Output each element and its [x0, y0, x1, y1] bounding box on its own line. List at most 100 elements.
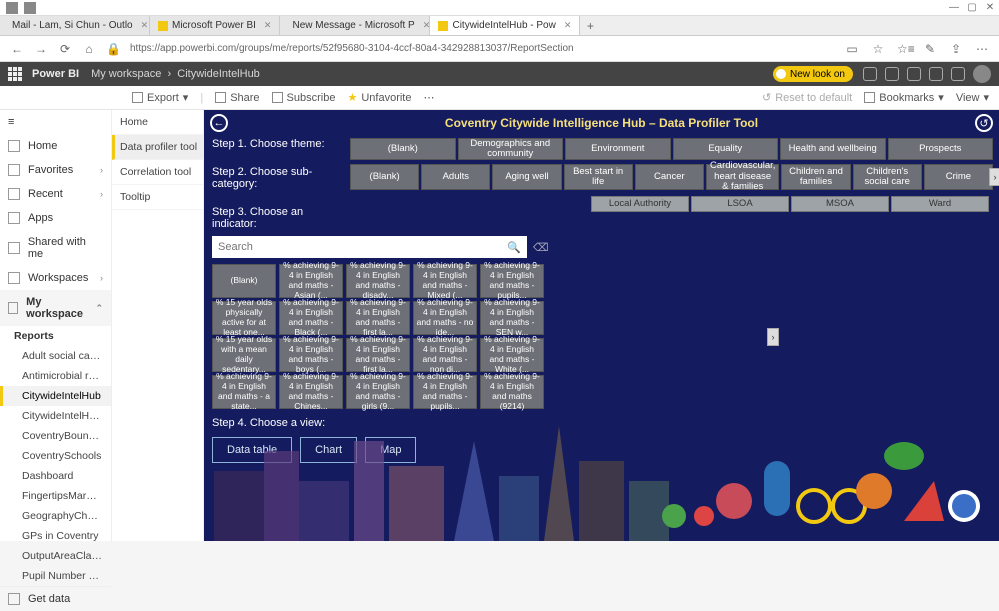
smile-icon[interactable] — [951, 67, 965, 81]
tab-powerbi[interactable]: Microsoft Power BI✕ — [150, 16, 280, 35]
avatar[interactable] — [973, 65, 991, 83]
indicator-option[interactable]: % achieving 9-4 in English and maths - B… — [279, 301, 343, 335]
theme-option[interactable]: (Blank) — [350, 138, 456, 160]
indicator-option[interactable]: % achieving 9-4 in English and maths - p… — [413, 375, 477, 409]
indicator-option[interactable]: % achieving 9-4 in English and maths - M… — [413, 264, 477, 298]
report-item[interactable]: CitywideIntelHub — [0, 386, 111, 406]
subcat-option[interactable]: (Blank) — [350, 164, 419, 190]
nav-home[interactable]: ⌂ — [82, 42, 96, 56]
get-data-button[interactable]: Get data — [0, 586, 111, 611]
new-look-toggle[interactable]: New look on — [773, 66, 853, 82]
indicator-option[interactable]: % achieving 9-4 in English and maths - W… — [480, 338, 544, 372]
more-button[interactable]: ⋯ — [423, 91, 434, 104]
indicator-option[interactable]: % achieving 9-4 in English and maths - d… — [346, 264, 410, 298]
indicator-option[interactable]: % achieving 9-4 in English and maths - S… — [480, 301, 544, 335]
subcat-option[interactable]: Crime — [924, 164, 993, 190]
scroll-right-button[interactable]: › — [989, 168, 999, 186]
nav-refresh[interactable]: ⟳ — [58, 42, 72, 56]
indicator-option[interactable]: (Blank) — [212, 264, 276, 298]
geo-option[interactable]: LSOA — [691, 196, 789, 212]
nav-my-workspace[interactable]: My workspace⌃ — [0, 290, 111, 326]
reset-report-button[interactable]: ↺ — [975, 114, 993, 132]
search-box[interactable]: 🔍 — [212, 236, 527, 258]
close-icon[interactable]: ✕ — [141, 20, 149, 31]
nav-workspaces[interactable]: Workspaces› — [0, 266, 111, 290]
theme-option[interactable]: Equality — [673, 138, 779, 160]
page-tab[interactable]: Data profiler tool — [112, 135, 203, 160]
view-option[interactable]: Map — [365, 437, 416, 463]
view-option[interactable]: Data table — [212, 437, 292, 463]
indicator-option[interactable]: % achieving 9-4 in English and maths - n… — [413, 301, 477, 335]
indicator-option[interactable]: % achieving 9-4 in English and maths - b… — [279, 338, 343, 372]
nav-apps[interactable]: Apps — [0, 206, 111, 230]
tab-newmsg[interactable]: New Message - Microsoft P✕ — [280, 16, 430, 35]
menu-icon[interactable]: ⋯ — [975, 42, 989, 56]
indicator-option[interactable]: % 15 year olds with a mean daily sedenta… — [212, 338, 276, 372]
hamburger-toggle[interactable]: ≡ — [0, 110, 111, 134]
geo-option[interactable]: Ward — [891, 196, 989, 212]
subcat-option[interactable]: Children's social care — [853, 164, 922, 190]
scroll-right-button[interactable]: › — [767, 328, 779, 346]
indicator-option[interactable]: % achieving 9-4 in English and maths - A… — [279, 264, 343, 298]
bookmarks-button[interactable]: Bookmarks▾ — [864, 91, 944, 104]
reader-icon[interactable]: ▭ — [845, 42, 859, 56]
report-item[interactable]: CoventrySchools — [0, 446, 111, 466]
window-minimize[interactable]: — — [945, 2, 963, 13]
indicator-option[interactable]: % achieving 9-4 in English and maths - g… — [346, 375, 410, 409]
subcat-option[interactable]: Cardiovascular, heart disease & families — [706, 164, 779, 190]
view-button[interactable]: View▾ — [956, 91, 989, 104]
indicator-option[interactable]: % achieving 9-4 in English and maths - f… — [346, 301, 410, 335]
theme-option[interactable]: Demographics and community — [458, 138, 564, 160]
subcat-option[interactable]: Aging well — [492, 164, 561, 190]
close-icon[interactable]: ✕ — [423, 20, 431, 31]
geo-option[interactable]: Local Authority — [591, 196, 689, 212]
indicator-option[interactable]: % achieving 9-4 in English and maths - p… — [480, 264, 544, 298]
refresh-icon[interactable] — [24, 2, 36, 14]
search-input[interactable] — [218, 241, 507, 253]
back-button[interactable]: ← — [210, 114, 228, 132]
help-icon[interactable] — [929, 67, 943, 81]
theme-option[interactable]: Prospects — [888, 138, 994, 160]
nav-forward[interactable]: → — [34, 42, 48, 56]
nav-recent[interactable]: Recent› — [0, 182, 111, 206]
report-item[interactable]: GeographyChooser — [0, 506, 111, 526]
reset-button[interactable]: ↺Reset to default — [762, 91, 852, 104]
share-icon[interactable]: ⇪ — [949, 42, 963, 56]
app-launcher-icon[interactable] — [8, 67, 22, 81]
report-item[interactable]: GPs in Coventry — [0, 526, 111, 546]
search-icon[interactable]: 🔍 — [507, 241, 521, 254]
favorite-icon[interactable]: ☆ — [871, 42, 885, 56]
report-item[interactable]: CitywideIntelHub... — [0, 406, 111, 426]
bookmarks-icon[interactable]: ☆≡ — [897, 42, 911, 56]
indicator-option[interactable]: % achieving 9-4 in English and maths (92… — [480, 375, 544, 409]
report-item[interactable]: Dashboard — [0, 466, 111, 486]
close-icon[interactable]: ✕ — [564, 20, 572, 31]
nav-favorites[interactable]: Favorites› — [0, 158, 111, 182]
subcat-option[interactable]: Cancer — [635, 164, 704, 190]
geo-option[interactable]: MSOA — [791, 196, 889, 212]
new-tab-button[interactable]: + — [580, 16, 600, 35]
report-item[interactable]: CoventryBoundaries — [0, 426, 111, 446]
theme-option[interactable]: Environment — [565, 138, 671, 160]
tab-citywide[interactable]: CitywideIntelHub - Pow✕ — [430, 16, 580, 35]
page-tab[interactable]: Tooltip — [112, 185, 203, 210]
page-tab[interactable]: Home — [112, 110, 203, 135]
chat-icon[interactable] — [863, 67, 877, 81]
notes-icon[interactable]: ✎ — [923, 42, 937, 56]
report-item[interactable]: Adult social care O... — [0, 346, 111, 366]
indicator-option[interactable]: % achieving 9-4 in English and maths - a… — [212, 375, 276, 409]
close-icon[interactable]: ✕ — [264, 20, 272, 31]
page-tab[interactable]: Correlation tool — [112, 160, 203, 185]
indicator-option[interactable]: % achieving 9-4 in English and maths - n… — [413, 338, 477, 372]
download-icon[interactable] — [907, 67, 921, 81]
subcat-option[interactable]: Best start in life — [564, 164, 633, 190]
subscribe-button[interactable]: Subscribe — [272, 92, 336, 104]
view-option[interactable]: Chart — [300, 437, 357, 463]
nav-home[interactable]: Home — [0, 134, 111, 158]
url-field[interactable]: https://app.powerbi.com/groups/me/report… — [130, 43, 835, 54]
indicator-option[interactable]: % achieving 9-4 in English and maths - C… — [279, 375, 343, 409]
nav-back[interactable]: ← — [10, 42, 24, 56]
breadcrumb-report[interactable]: CitywideIntelHub — [177, 68, 260, 80]
indicator-option[interactable]: % achieving 9-4 in English and maths - f… — [346, 338, 410, 372]
share-button[interactable]: Share — [215, 92, 259, 104]
